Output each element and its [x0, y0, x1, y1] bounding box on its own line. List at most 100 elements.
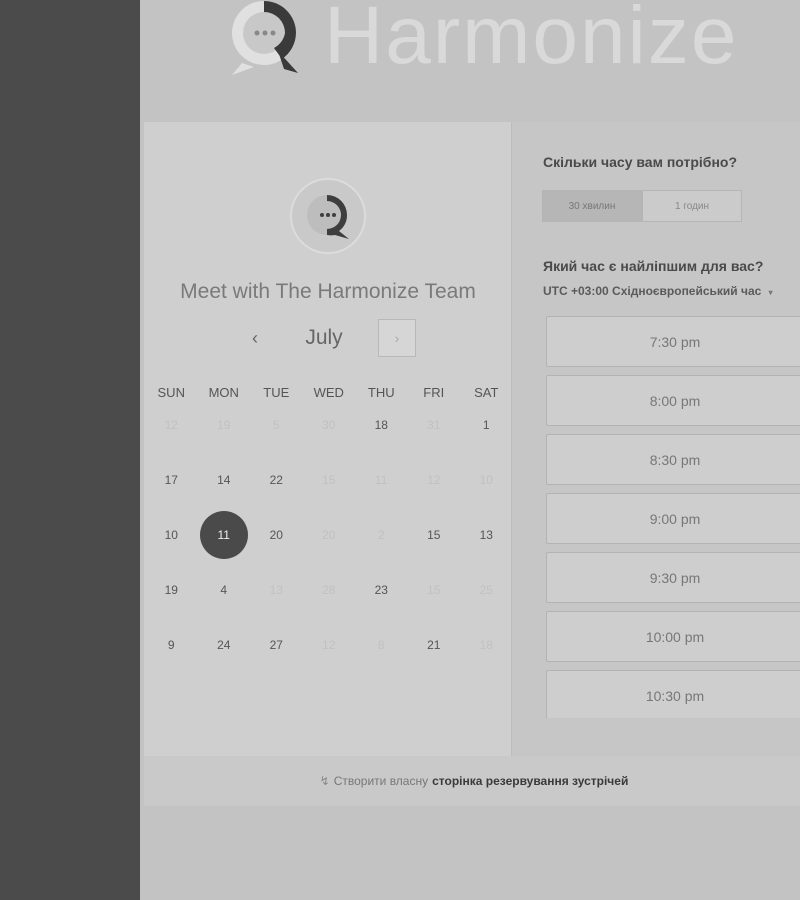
day-number: 19	[164, 583, 178, 597]
weekday-label: TUE	[263, 385, 290, 400]
weekday-label: THU	[367, 385, 395, 400]
day-number: 11	[375, 473, 388, 487]
calendar-day: 10	[460, 461, 513, 499]
day-number: 13	[479, 528, 493, 542]
calendar-day[interactable]: 9	[145, 626, 198, 664]
calendar-day[interactable]: 13	[460, 516, 513, 554]
duration-option-30min[interactable]: 30 хвилин	[542, 190, 642, 222]
duration-option-1hour[interactable]: 1 годин	[642, 190, 742, 222]
day-number: 18	[374, 418, 388, 432]
day-number: 8	[377, 638, 385, 652]
calendar-day: 13	[250, 571, 303, 609]
duration-question: Скільки часу вам потрібно?	[543, 154, 738, 170]
calendar-day[interactable]: 27	[250, 626, 303, 664]
calendar-day: 31	[408, 406, 461, 444]
time-slot-button[interactable]: 8:30 pm	[546, 434, 800, 485]
calendar-day[interactable]: 19	[145, 571, 198, 609]
day-number: 1	[482, 418, 490, 432]
calendar-week: 9 24 27 12 8 21 18	[145, 626, 512, 681]
time-question: Який час є найліпшим для вас?	[543, 258, 764, 274]
brand-header: Harmonize	[224, 0, 738, 96]
time-slot-button[interactable]: 8:00 pm	[546, 375, 800, 426]
time-slot-button[interactable]: 7:30 pm	[546, 316, 800, 367]
calendar-day[interactable]: 22	[250, 461, 303, 499]
calendar-week: 12 19 5 30 18 31 1	[145, 406, 512, 461]
calendar-day: 19	[198, 406, 251, 444]
chat-bubble-icon	[307, 195, 349, 239]
footer-link[interactable]: сторінка резервування зустрічей	[432, 774, 628, 788]
time-slot-button[interactable]: 10:00 pm	[546, 611, 800, 662]
day-number: 2	[377, 528, 385, 542]
calendar-panel: Meet with The Harmonize Team ‹ July › SU…	[144, 122, 512, 756]
day-number: 9	[167, 638, 175, 652]
calendar-day: 20	[303, 516, 356, 554]
day-number: 10	[164, 528, 178, 542]
day-number: 27	[269, 638, 283, 652]
harmonize-logo-icon	[232, 1, 298, 75]
calendar-day: 25	[460, 571, 513, 609]
day-number: 10	[479, 473, 493, 487]
day-number: 12	[322, 638, 336, 652]
timezone-selector[interactable]: UTC +03:00 Східноєвропейський час ▾	[543, 284, 773, 298]
time-slot-button[interactable]: 10:30 pm	[546, 670, 800, 718]
weekday-label: FRI	[423, 385, 445, 400]
day-number: 18	[479, 638, 493, 652]
selected-day[interactable]: 11	[198, 511, 251, 559]
day-number: 28	[322, 583, 336, 597]
calendar-week: 19 4 13 28 23 15 25	[145, 571, 512, 626]
time-slot-button[interactable]: 9:30 pm	[546, 552, 800, 603]
footer-prefix: Створити власну	[333, 774, 429, 788]
day-number: 15	[322, 473, 336, 487]
weekday-label: MON	[208, 385, 239, 400]
calendar-weeks: 12 19 5 30 18 31 1 17 14 22 15 11 12 10 10 11 20 20 2 15 13 1…	[144, 406, 512, 681]
calendar-day: 15	[408, 571, 461, 609]
duration-selector: 30 хвилин 1 годин	[542, 190, 742, 222]
calendar-day[interactable]: 21	[408, 626, 461, 664]
calendar-day: 12	[408, 461, 461, 499]
day-number: 11	[217, 528, 230, 542]
day-number: 20	[322, 528, 336, 542]
booking-card: Meet with The Harmonize Team ‹ July › SU…	[144, 122, 800, 806]
next-month-button[interactable]: ›	[378, 319, 416, 357]
calendar-day[interactable]: 24	[198, 626, 251, 664]
calendar-day: 5	[250, 406, 303, 444]
day-number: 25	[479, 583, 493, 597]
day-number: 5	[272, 418, 280, 432]
calendar-day[interactable]: 17	[145, 461, 198, 499]
day-number: 15	[427, 583, 441, 597]
month-navigation: ‹ July ›	[144, 318, 512, 358]
weekday-label: WED	[313, 385, 344, 400]
footer: ↯ Створити власну сторінка резервування …	[144, 756, 800, 806]
calendar-day[interactable]: 4	[198, 571, 251, 609]
time-slot-button[interactable]: 9:00 pm	[546, 493, 800, 544]
chevron-down-icon: ▾	[768, 288, 773, 297]
calendar-day: 2	[355, 516, 408, 554]
calendar-day[interactable]: 23	[355, 571, 408, 609]
day-number: 15	[427, 528, 441, 542]
calendar-day[interactable]: 15	[408, 516, 461, 554]
month-label: July	[305, 326, 343, 349]
calendar-day: 18	[460, 626, 513, 664]
calendar-day[interactable]: 18	[355, 406, 408, 444]
hubspot-sprocket-icon: ↯	[319, 774, 330, 788]
time-slot-list[interactable]: 7:30 pm 8:00 pm 8:30 pm 9:00 pm 9:30 pm 10:00…	[546, 316, 800, 718]
day-number: 21	[427, 638, 441, 652]
calendar-week: 10 11 20 20 2 15 13	[145, 511, 513, 571]
page: Harmonize Meet with The Harmonize Team ‹…	[140, 0, 800, 900]
calendar-week: 17 14 22 15 11 12 10	[145, 461, 512, 516]
weekday-label: SUN	[157, 385, 185, 400]
day-number: 14	[217, 473, 231, 487]
calendar-day[interactable]: 1	[460, 406, 513, 444]
timezone-label: UTC +03:00 Східноєвропейський час	[543, 284, 762, 298]
day-number: 30	[322, 418, 336, 432]
calendar-day: 30	[303, 406, 356, 444]
meeting-title: Meet with The Harmonize Team	[180, 280, 476, 303]
prev-month-button[interactable]: ‹	[240, 328, 270, 349]
calendar-day: 8	[355, 626, 408, 664]
calendar-day[interactable]: 20	[250, 516, 303, 554]
calendar-day[interactable]: 10	[145, 516, 198, 554]
day-number: 4	[220, 583, 228, 597]
day-number: 24	[217, 638, 231, 652]
calendar-day[interactable]: 14	[198, 461, 251, 499]
calendar-grid: SUN MON TUE WED THU FRI SAT 12 19 5 30 18 31 1 17 14 22…	[144, 380, 512, 681]
